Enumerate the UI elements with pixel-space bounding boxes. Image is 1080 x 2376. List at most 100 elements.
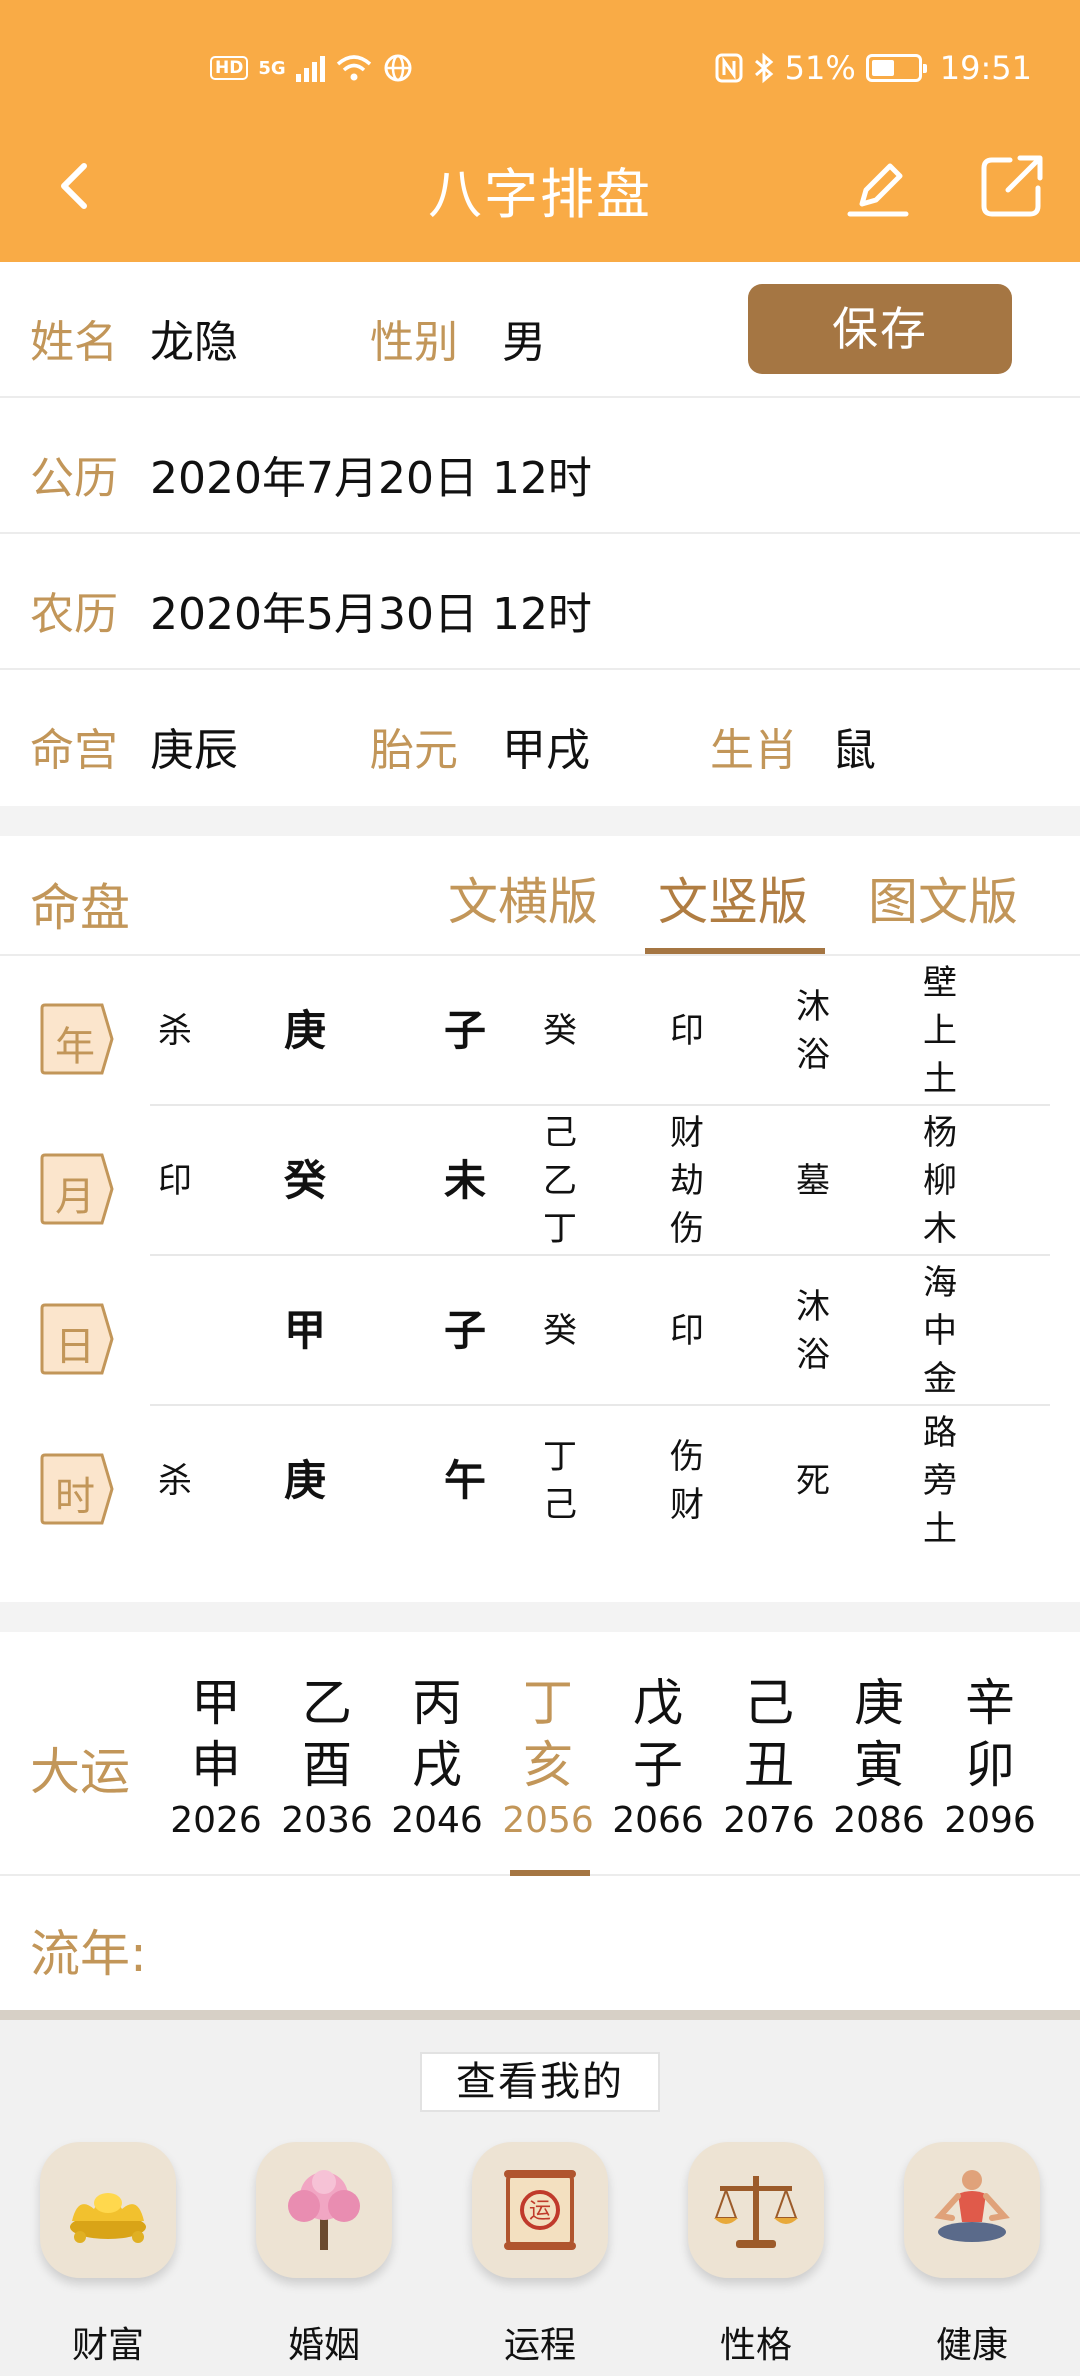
- dayun-item[interactable]: 乙酉 2036: [272, 1672, 382, 1846]
- pillar-nayin: 上: [923, 1011, 957, 1051]
- feature-personality[interactable]: 性格: [688, 2142, 824, 2368]
- pillar-canggan: 乙: [543, 1161, 577, 1201]
- pillar-badge: 时: [40, 1452, 114, 1526]
- pillar-cell: 沐浴: [773, 983, 853, 1079]
- feature-fortune[interactable]: 运 运程: [472, 2142, 608, 2368]
- shengxiao-value: 鼠: [832, 725, 876, 776]
- pillar-nayin: 杨: [923, 1113, 957, 1153]
- pillar-cell: 庚: [265, 1007, 345, 1055]
- dayun-label: 大运: [30, 1743, 130, 1801]
- pillar-canggan-shishen: 印: [670, 1311, 704, 1351]
- name-row: 姓名 龙隐 性别 男 保存: [0, 262, 1080, 398]
- dayun-year: 2066: [612, 1800, 704, 1841]
- pillar-canggan-shishen: 财: [670, 1485, 704, 1525]
- dayun-item[interactable]: 庚寅 2086: [824, 1672, 934, 1846]
- share-button[interactable]: [972, 146, 1052, 226]
- pillar-cell: 伤财: [647, 1433, 727, 1529]
- pillar-label: 时: [55, 1474, 95, 1520]
- pillar-cell: 财劫伤: [647, 1109, 727, 1253]
- pillar-nayin: 中: [923, 1311, 957, 1351]
- tab-horizontal[interactable]: 文横版: [448, 862, 598, 934]
- pillar-nayin: 柳: [923, 1161, 957, 1201]
- svg-text:运: 运: [529, 2199, 551, 2224]
- fortune-scroll-icon: 运: [472, 2142, 608, 2278]
- feature-wealth-label: 财富: [71, 2325, 144, 2366]
- section-gap: [0, 806, 1080, 836]
- pillar-cell: 沐浴: [773, 1283, 853, 1379]
- lunar-row: 农历 2020年5月30日 12时: [0, 534, 1080, 670]
- bottom-panel: 查看我的 财富 婚姻 运 运程 性格 健康: [0, 2010, 1080, 2376]
- tab-graphic[interactable]: 图文版: [868, 862, 1018, 934]
- pillar-cell: 甲: [265, 1307, 345, 1355]
- feature-health[interactable]: 健康: [904, 2142, 1040, 2368]
- edit-button[interactable]: [840, 146, 920, 226]
- liunian-row: 流年:: [0, 1878, 1080, 2010]
- minggong-label: 命宫: [30, 725, 118, 776]
- pillar-branch: 子: [443, 1006, 486, 1055]
- pillar-cell: 印: [647, 1007, 727, 1055]
- gender-label: 性别: [370, 317, 458, 368]
- dayun-item[interactable]: 甲申 2026: [161, 1672, 271, 1846]
- pillar-canggan-shishen: 印: [670, 1011, 704, 1051]
- dayun-stem: 甲: [191, 1674, 241, 1732]
- signal-icon: [295, 54, 325, 82]
- section-gap-2: [0, 1602, 1080, 1632]
- minggong-value: 庚辰: [150, 725, 238, 776]
- dayun-item[interactable]: 辛卯 2096: [935, 1672, 1045, 1846]
- pillar-branch: 子: [443, 1306, 486, 1355]
- dayun-branch: 酉: [302, 1736, 352, 1794]
- solar-value: 2020年7月20日 12时: [150, 453, 592, 504]
- pillar-stem: 庚: [283, 1006, 326, 1055]
- dayun-item[interactable]: 丙戌 2046: [382, 1672, 492, 1846]
- dayun-year: 2086: [833, 1800, 925, 1841]
- pillar-canggan: 癸: [543, 1311, 577, 1351]
- share-icon: [981, 155, 1043, 217]
- pillar-stem: 甲: [283, 1306, 326, 1355]
- dayun-year: 2056: [502, 1800, 594, 1841]
- pillar-row: 日甲子癸印沐浴海中金: [0, 1256, 1080, 1406]
- pillar-nayin: 土: [923, 1509, 957, 1549]
- pillar-row: 年杀庚子癸印沐浴壁上土: [0, 956, 1080, 1106]
- pillar-nayin: 海: [923, 1263, 957, 1303]
- dayun-item[interactable]: 戊子 2066: [603, 1672, 713, 1846]
- dayun-stem: 丁: [523, 1674, 573, 1732]
- pillar-canggan: 己: [543, 1485, 577, 1525]
- dayun-stem: 乙: [302, 1674, 352, 1732]
- dayun-item[interactable]: 丁亥 2056: [493, 1672, 603, 1846]
- pillar-branch: 未: [443, 1156, 486, 1205]
- save-button[interactable]: 保存: [748, 284, 1012, 374]
- hd-badge: HD: [210, 56, 249, 80]
- dayun-branch: 申: [191, 1736, 241, 1794]
- feature-health-label: 健康: [935, 2325, 1008, 2366]
- gender-value: 男: [502, 317, 546, 368]
- pillar-cell: 杀: [135, 1007, 215, 1055]
- pillar-cell: 杨柳木: [900, 1109, 980, 1253]
- dayun-branch: 寅: [854, 1736, 904, 1794]
- feature-wealth[interactable]: 财富: [40, 2142, 176, 2368]
- dayun-branch: 丑: [744, 1736, 794, 1794]
- pillar-cell: 墓: [773, 1157, 853, 1205]
- pillar-cell: 路旁土: [900, 1409, 980, 1553]
- balance-scale-icon: [688, 2142, 824, 2278]
- lunar-value: 2020年5月30日 12时: [150, 589, 592, 640]
- pillar-canggan: 丁: [543, 1437, 577, 1477]
- pillar-label: 月: [55, 1174, 95, 1220]
- solar-label: 公历: [30, 453, 118, 504]
- pillar-label: 年: [55, 1024, 95, 1070]
- pillar-canggan: 癸: [543, 1011, 577, 1051]
- feature-fortune-label: 运程: [503, 2325, 576, 2366]
- pillar-stem: 庚: [283, 1456, 326, 1505]
- dayun-stem: 庚: [854, 1674, 904, 1732]
- pillar-canggan-shishen: 财: [670, 1113, 704, 1153]
- dayun-branch: 戌: [412, 1736, 462, 1794]
- feature-personality-label: 性格: [719, 2325, 792, 2366]
- pillar-stem: 癸: [283, 1156, 326, 1205]
- pillar-branch: 午: [443, 1456, 486, 1505]
- pencil-icon: [847, 163, 909, 217]
- feature-marriage[interactable]: 婚姻: [256, 2142, 392, 2368]
- pillar-cell: 癸: [265, 1157, 345, 1205]
- battery-percent: 51%: [784, 49, 856, 87]
- pillar-changsheng: 浴: [796, 1335, 830, 1375]
- tab-vertical[interactable]: 文竖版: [658, 862, 808, 934]
- dayun-item[interactable]: 己丑 2076: [714, 1672, 824, 1846]
